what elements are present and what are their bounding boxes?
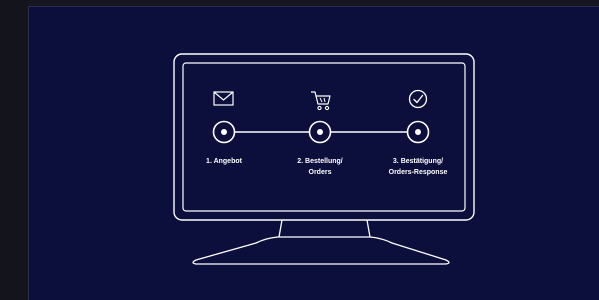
step-label-1: 1. Angebot	[206, 158, 243, 165]
cart-icon	[311, 91, 331, 111]
step-label-2-line1: 2. Bestellung/	[297, 158, 343, 165]
mail-icon	[213, 91, 234, 106]
step-node-2	[308, 120, 332, 144]
step-node-3	[406, 120, 430, 144]
monitor-stand-neck	[278, 219, 371, 238]
step-label-3-line1: 3. Bestätigung/	[393, 158, 443, 165]
step-node-1	[212, 120, 236, 144]
monitor-diagram: 1. Angebot 2. Bestellung/ Orders 3. Best…	[173, 53, 475, 265]
diagram-stage: 1. Angebot 2. Bestellung/ Orders 3. Best…	[0, 0, 599, 300]
monitor-outer-bezel	[173, 53, 475, 221]
step-label-2-line2: Orders	[309, 169, 332, 176]
step-label-3-line2: Orders-Response	[389, 169, 448, 176]
monitor-screen	[182, 62, 466, 212]
check-circle-icon	[408, 89, 428, 109]
monitor-stand-base	[192, 236, 450, 265]
